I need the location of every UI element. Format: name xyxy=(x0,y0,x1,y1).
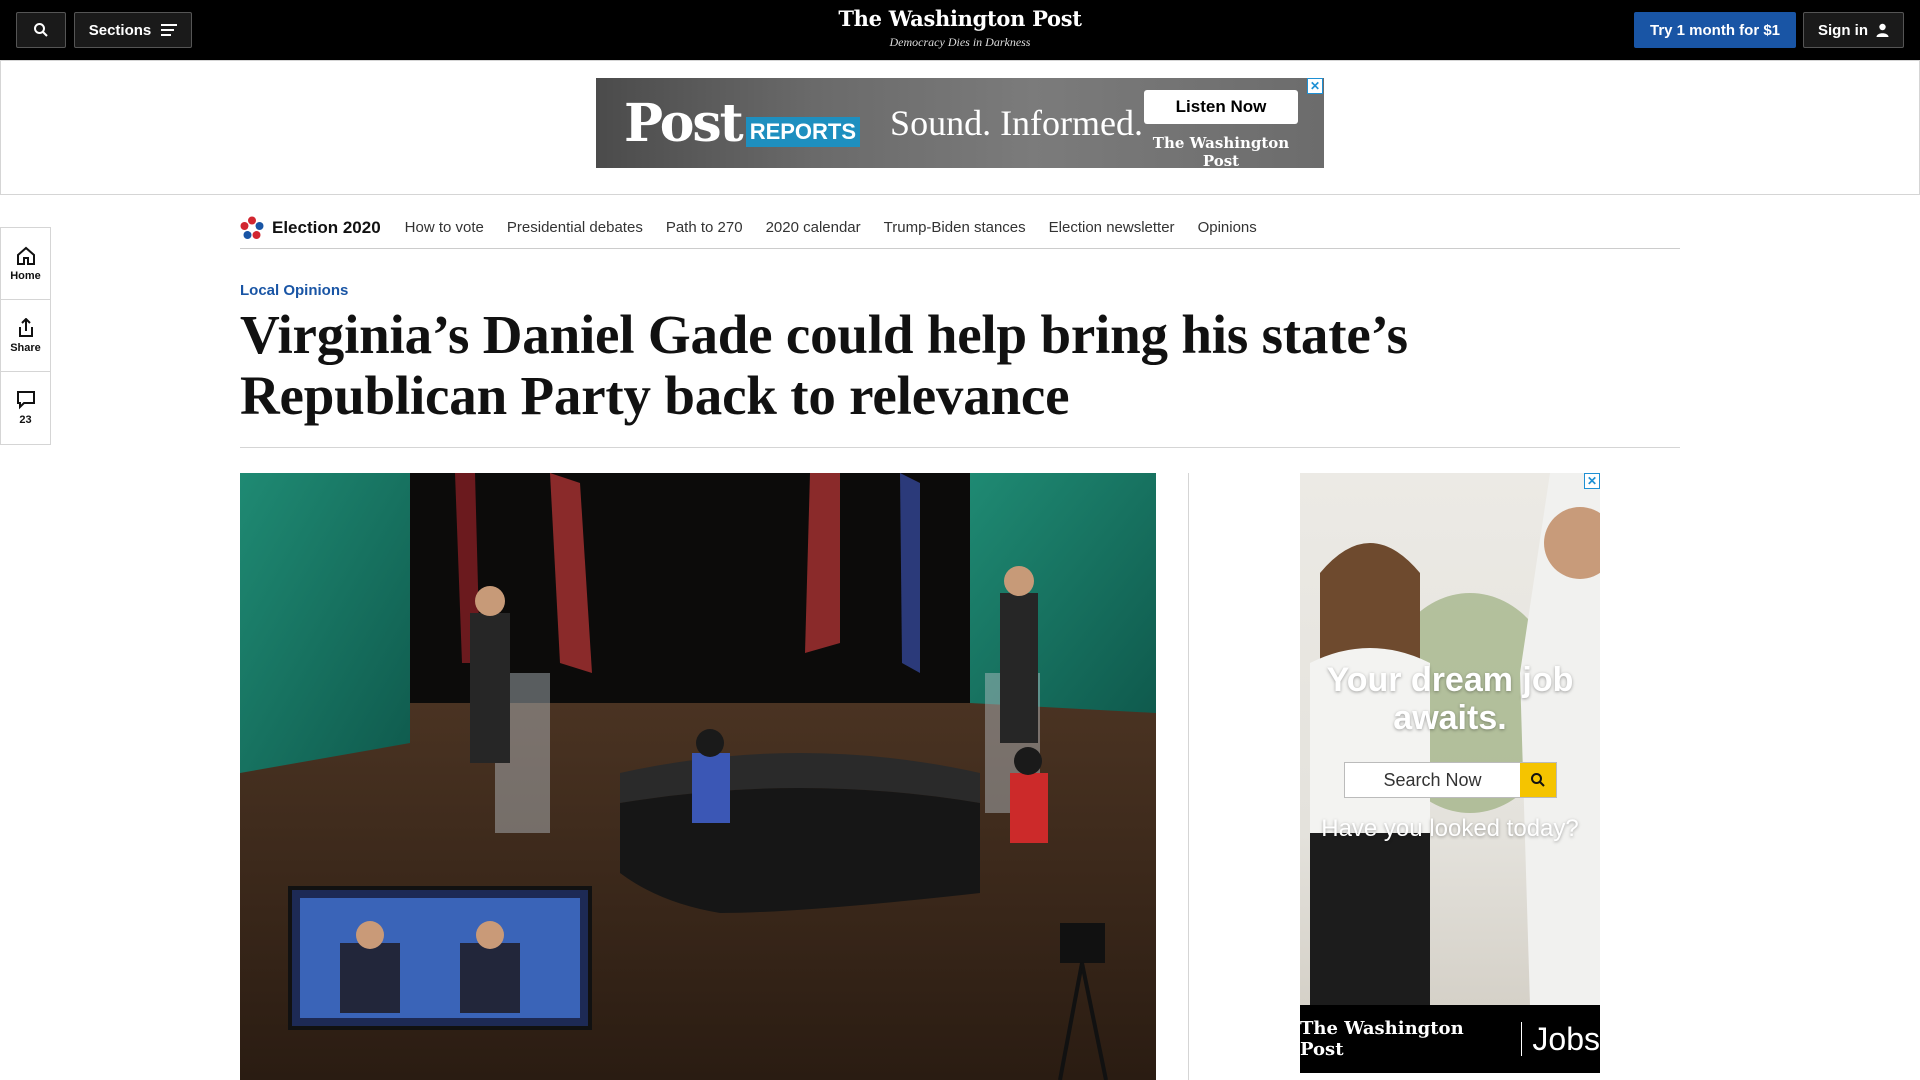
top-navigation-bar: Sections The Washington Post Democracy D… xyxy=(0,0,1920,60)
sections-label: Sections xyxy=(89,22,152,39)
subscribe-button[interactable]: Try 1 month for $1 xyxy=(1634,12,1796,48)
share-label: Share xyxy=(10,342,41,354)
sections-menu-button[interactable]: Sections xyxy=(74,12,192,48)
nav-presidential-debates[interactable]: Presidential debates xyxy=(507,219,643,236)
post-reports-ad[interactable]: Post REPORTS Sound. Informed. Listen Now… xyxy=(596,78,1324,168)
nav-how-to-vote[interactable]: How to vote xyxy=(405,219,484,236)
close-side-ad-icon[interactable]: ✕ xyxy=(1584,473,1600,489)
jobs-label: Jobs xyxy=(1532,1021,1600,1058)
ad-cta-block: Listen Now The Washington Post xyxy=(1144,90,1298,168)
site-tagline: Democracy Dies in Darkness xyxy=(760,35,1160,50)
listen-now-button[interactable]: Listen Now xyxy=(1144,90,1298,124)
election-star-icon xyxy=(240,216,264,240)
sign-in-label: Sign in xyxy=(1818,22,1868,39)
article-headline: Virginia’s Daniel Gade could help bring … xyxy=(240,304,1680,426)
article-lead-photo[interactable] xyxy=(240,473,1156,1080)
ad-post-logo: Post xyxy=(624,93,742,154)
jobs-search-button[interactable] xyxy=(1520,763,1556,797)
share-button[interactable]: Share xyxy=(1,300,50,372)
jobs-search-input[interactable]: Search Now xyxy=(1345,763,1520,797)
divider xyxy=(240,447,1680,448)
nav-path-to-270[interactable]: Path to 270 xyxy=(666,219,743,236)
search-icon xyxy=(33,22,49,38)
nav-election-newsletter[interactable]: Election newsletter xyxy=(1049,219,1175,236)
comment-icon xyxy=(16,390,36,410)
nav-trump-biden-stances[interactable]: Trump-Biden stances xyxy=(884,219,1026,236)
jobs-ad-brand-logo: The Washington Post xyxy=(1300,1018,1511,1060)
home-button[interactable]: Home xyxy=(1,228,50,300)
jobs-search-box[interactable]: Search Now xyxy=(1344,762,1557,798)
masthead[interactable]: The Washington Post Democracy Dies in Da… xyxy=(760,6,1160,50)
jobs-bar-separator xyxy=(1521,1022,1522,1056)
comments-button[interactable]: 23 xyxy=(1,372,50,444)
search-button[interactable] xyxy=(16,12,66,48)
jobs-ad-brand-bar: The Washington Post Jobs xyxy=(1300,1005,1600,1073)
nav-opinions[interactable]: Opinions xyxy=(1198,219,1257,236)
column-divider xyxy=(1188,473,1189,1080)
ad-reports-badge: REPORTS xyxy=(746,117,860,147)
site-logo[interactable]: The Washington Post xyxy=(760,6,1160,31)
jobs-ad-tagline: Have you looked today? xyxy=(1300,815,1600,843)
home-icon xyxy=(16,246,36,266)
close-ad-icon[interactable]: ✕ xyxy=(1307,78,1323,94)
election-2020-nav: Election 2020 How to vote Presidential d… xyxy=(240,207,1680,249)
search-icon xyxy=(1530,772,1546,788)
sign-in-button[interactable]: Sign in xyxy=(1803,12,1904,48)
section-kicker[interactable]: Local Opinions xyxy=(240,282,348,299)
nav-2020-calendar[interactable]: 2020 calendar xyxy=(766,219,861,236)
user-icon xyxy=(1876,23,1889,37)
home-label: Home xyxy=(10,270,41,282)
ad-slogan: Sound. Informed. xyxy=(890,102,1143,144)
election-2020-link[interactable]: Election 2020 xyxy=(272,218,381,238)
comment-count: 23 xyxy=(19,414,31,426)
share-icon xyxy=(16,318,36,338)
hamburger-icon xyxy=(161,24,177,36)
article-tools-rail: Home Share 23 xyxy=(0,227,51,445)
ad-brand-logo: The Washington Post xyxy=(1144,134,1298,168)
jobs-ad-headline: Your dream job awaits. xyxy=(1300,661,1600,737)
debate-stage-image xyxy=(240,473,1156,1080)
jobs-ad[interactable]: Your dream job awaits. Search Now Have y… xyxy=(1300,473,1600,1073)
